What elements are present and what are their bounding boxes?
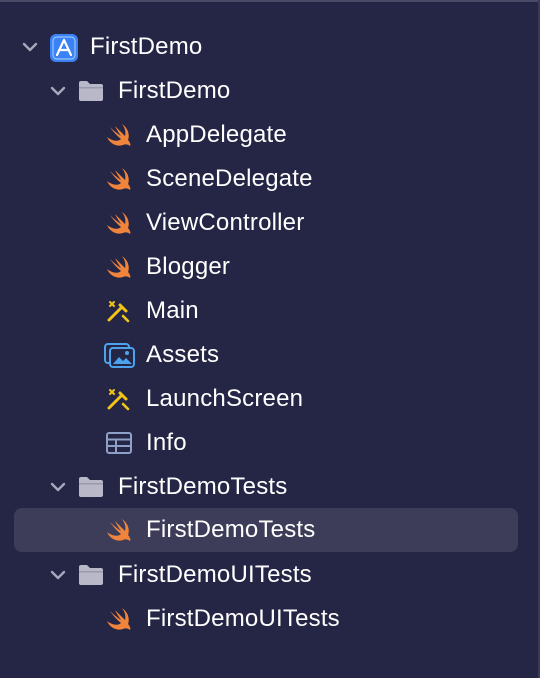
- navigator-row-group-uitests[interactable]: FirstDemoUITests: [0, 553, 540, 597]
- navigator-row-group-tests[interactable]: FirstDemoTests: [0, 465, 540, 509]
- navigator-row-group-firstdemo[interactable]: FirstDemo: [0, 69, 540, 113]
- navigator-row-file[interactable]: FirstDemoUITests: [0, 597, 540, 641]
- swift-icon: [107, 168, 131, 190]
- storyboard-icon: [107, 301, 130, 323]
- asset-catalog-icon: [104, 343, 135, 368]
- swift-icon: [107, 519, 131, 541]
- chevron-down-icon[interactable]: [49, 568, 67, 582]
- folder-icon: [79, 565, 103, 585]
- chevron-down-icon[interactable]: [49, 480, 67, 494]
- swift-icon: [107, 256, 131, 278]
- navigator-item-label: Blogger: [146, 253, 231, 280]
- navigator-item-label: LaunchScreen: [146, 385, 304, 412]
- navigator-item-label: FirstDemoTests: [146, 516, 316, 543]
- navigator-item-label: SceneDelegate: [146, 165, 313, 192]
- swift-icon: [107, 124, 131, 146]
- navigator-row-file-selected[interactable]: FirstDemoTests: [0, 508, 540, 552]
- swift-icon: [107, 608, 131, 630]
- navigator-item-label: FirstDemoUITests: [146, 605, 340, 632]
- folder-icon: [79, 81, 103, 101]
- navigator-row-file[interactable]: Main: [0, 289, 540, 333]
- navigator-row-file[interactable]: LaunchScreen: [0, 377, 540, 421]
- navigator-item-label: Assets: [146, 341, 220, 368]
- navigator-item-label: FirstDemoTests: [118, 473, 288, 500]
- navigator-item-label: ViewController: [146, 209, 305, 236]
- navigator-item-label: FirstDemo: [90, 33, 203, 60]
- folder-icon: [79, 477, 103, 497]
- navigator-row-file[interactable]: AppDelegate: [0, 113, 540, 157]
- navigator-item-label: FirstDemo: [118, 77, 231, 104]
- navigator-row-file[interactable]: SceneDelegate: [0, 157, 540, 201]
- chevron-down-icon[interactable]: [21, 40, 39, 54]
- chevron-down-icon[interactable]: [49, 84, 67, 98]
- storyboard-icon: [107, 389, 130, 411]
- top-border: [0, 0, 540, 2]
- navigator-row-file[interactable]: Info: [0, 421, 540, 465]
- plist-icon: [106, 432, 132, 454]
- navigator-item-label: Main: [146, 297, 199, 324]
- app-project-icon: [50, 34, 78, 62]
- navigator-row-file[interactable]: ViewController: [0, 201, 540, 245]
- navigator-row-file[interactable]: Blogger: [0, 245, 540, 289]
- navigator-item-label: AppDelegate: [146, 121, 287, 148]
- navigator-row-project[interactable]: FirstDemo: [0, 25, 540, 69]
- navigator-item-label: FirstDemoUITests: [118, 561, 312, 588]
- navigator-row-file[interactable]: Assets: [0, 333, 540, 377]
- swift-icon: [107, 212, 131, 234]
- navigator-item-label: Info: [146, 429, 187, 456]
